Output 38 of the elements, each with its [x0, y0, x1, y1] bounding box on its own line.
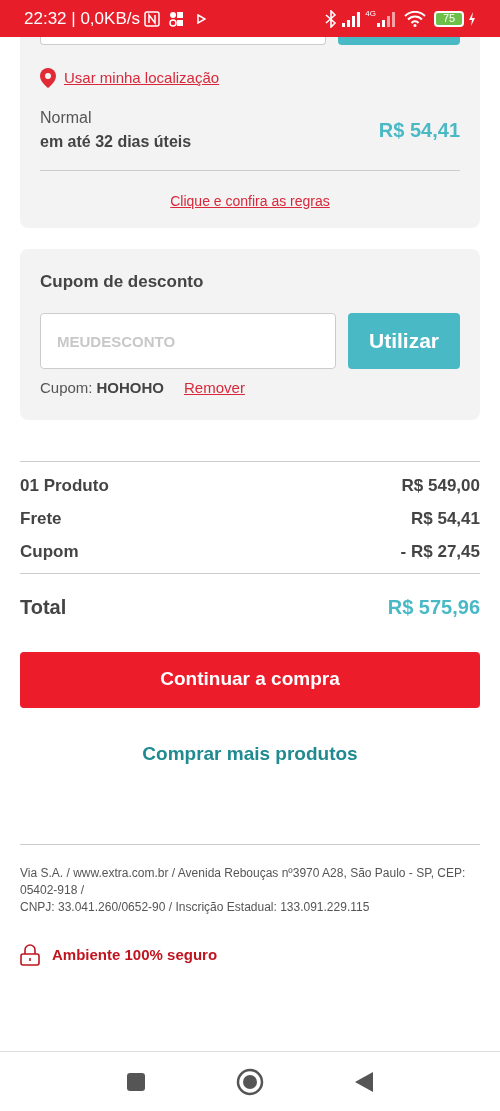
delivery-time: em até 32 dias úteis [40, 131, 192, 152]
battery-icon: 75 [434, 10, 464, 27]
company-info: CNPJ: 33.041.260/0652-90 / Inscrição Estadual: 133.091.229.115 [20, 899, 371, 916]
summary-value: R$ 54,41 [411, 508, 480, 531]
location-pin-icon [40, 68, 56, 89]
company-info: Via S.A. / www.extra.com.br / Avenida Rebouças nº3970 A28, São Paulo - SP, CEP: 05402-918 / [20, 865, 467, 899]
wifi-icon [404, 10, 426, 27]
signal-icon [376, 10, 396, 27]
continue-button[interactable]: Continuar a compra [20, 651, 480, 708]
summary-label: Cupom [20, 541, 79, 564]
lock-icon [20, 944, 40, 967]
home-icon[interactable] [236, 1067, 264, 1096]
coupon-label: Cupom: [40, 378, 93, 398]
nfc-icon [143, 10, 160, 27]
summary-label: 01 Produto [20, 475, 109, 498]
more-products-link[interactable]: Comprar mais produtos [142, 739, 358, 768]
total-label: Total [20, 594, 67, 620]
gallery-icon [167, 10, 184, 27]
shipping-name: Normal [40, 107, 93, 128]
summary-value: R$ 549,00 [401, 475, 480, 498]
coupon-code: HOHOHO [96, 378, 165, 398]
status-time: 22:32 | 0,0KB/s [24, 7, 140, 30]
summary-value: - R$ 27,45 [400, 541, 480, 564]
location-link[interactable]: Usar minha localização [64, 67, 220, 90]
charging-icon [468, 11, 476, 26]
shipping-price: R$ 54,41 [378, 117, 460, 143]
remove-link[interactable]: Remover [184, 377, 245, 400]
apply-button[interactable]: Utilizar [348, 313, 460, 369]
summary-label: Frete [20, 508, 62, 531]
secure-label: Ambiente 100% seguro [52, 945, 218, 965]
back-icon[interactable] [354, 1070, 374, 1093]
rules-link[interactable]: Clique e confira as regras [170, 190, 330, 212]
bluetooth-icon [325, 9, 338, 28]
network-type: 4G [365, 8, 376, 20]
coupon-title: Cupom de desconto [40, 270, 205, 293]
recents-icon[interactable] [126, 1071, 146, 1092]
play-icon [195, 13, 206, 24]
total-value: R$ 575,96 [387, 594, 480, 620]
